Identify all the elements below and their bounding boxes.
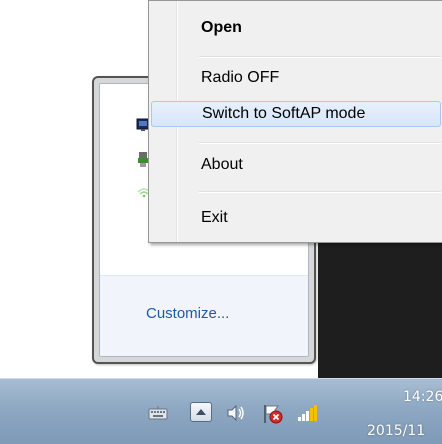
menu-separator xyxy=(199,191,441,193)
menu-item-radio-off[interactable]: Radio OFF xyxy=(151,65,441,91)
menu-item-label: Open xyxy=(201,19,242,36)
menu-item-exit[interactable]: Exit xyxy=(151,205,441,231)
speaker-icon[interactable] xyxy=(226,403,246,423)
keyboard-icon[interactable] xyxy=(148,405,168,421)
menu-item-label: About xyxy=(201,156,243,173)
menu-item-label: Switch to SoftAP mode xyxy=(202,105,366,122)
customize-link[interactable]: Customize... xyxy=(146,305,229,322)
show-hidden-icons-button[interactable] xyxy=(190,402,212,422)
chevron-up-icon xyxy=(196,409,206,415)
clock-time[interactable]: 14:26 xyxy=(403,389,442,405)
taskbar: 14:26 2015/11 xyxy=(0,378,442,444)
menu-item-about[interactable]: About xyxy=(151,152,441,178)
background-window xyxy=(318,240,442,378)
menu-item-switch-to-softap[interactable]: Switch to SoftAP mode xyxy=(151,101,441,127)
action-center-flag-icon[interactable] xyxy=(262,403,284,425)
menu-item-label: Exit xyxy=(201,209,228,226)
network-signal-icon[interactable] xyxy=(296,403,318,423)
menu-item-open[interactable]: Open xyxy=(151,15,441,41)
menu-separator xyxy=(199,142,441,144)
menu-separator xyxy=(199,56,441,58)
clock-date[interactable]: 2015/11 xyxy=(367,423,425,439)
menu-item-label: Radio OFF xyxy=(201,69,280,86)
tray-context-menu: Open Radio OFF Switch to SoftAP mode Abo… xyxy=(148,0,442,243)
